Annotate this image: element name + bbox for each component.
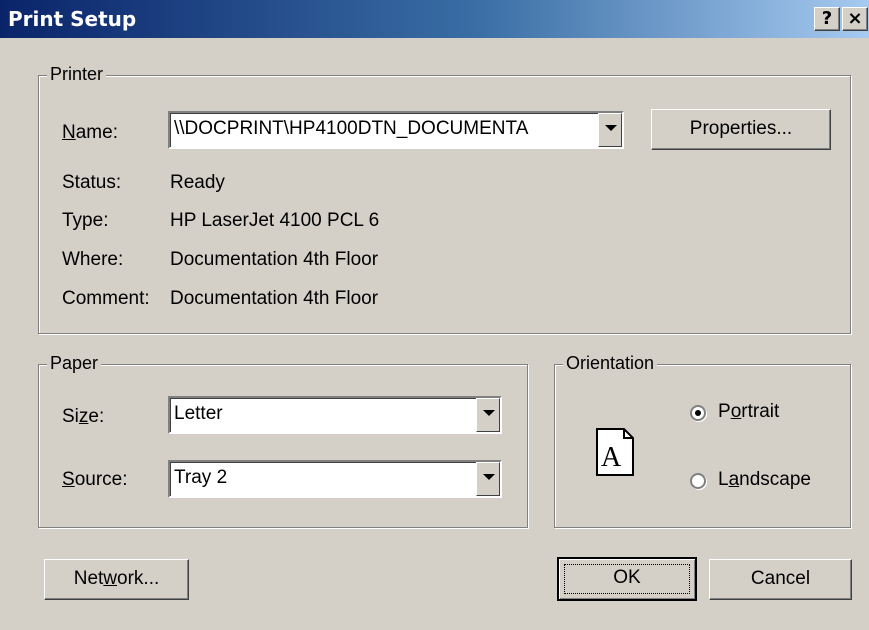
size-label: Size: <box>62 406 104 428</box>
cancel-button-label: Cancel <box>750 568 811 589</box>
paper-size-combo[interactable]: Letter <box>168 396 502 434</box>
title-bar[interactable]: Print Setup ? × <box>0 0 869 38</box>
properties-button[interactable]: Properties... <box>651 109 831 150</box>
source-label-rest: ource: <box>74 469 128 490</box>
chevron-down-icon[interactable] <box>598 113 622 147</box>
network-button[interactable]: Network... <box>44 559 189 600</box>
status-label: Status: <box>62 172 122 193</box>
print-setup-dialog: Print Setup ? × Printer Name: \\DOCPRINT… <box>0 0 869 630</box>
network-label-rest: ork... <box>117 568 160 589</box>
type-value: HP LaserJet 4100 PCL 6 <box>170 210 380 231</box>
paper-size-value: Letter <box>174 403 223 424</box>
orientation-group-label: Orientation <box>563 353 658 374</box>
landscape-label-rest: ndscape <box>739 469 811 490</box>
portrait-label-rest: rtrait <box>741 401 780 422</box>
printer-group-label: Printer <box>47 64 107 85</box>
paper-group: Paper <box>38 353 528 528</box>
size-label-rest: e: <box>88 406 105 427</box>
network-label-start: Net <box>73 568 104 589</box>
close-button[interactable]: × <box>842 7 868 31</box>
portrait-page-icon: A <box>596 428 634 476</box>
properties-button-label: Properties... <box>689 118 793 139</box>
window-title: Print Setup <box>8 7 137 31</box>
type-label: Type: <box>62 210 109 231</box>
printer-name-value: \\DOCPRINT\HP4100DTN_DOCUMENTA <box>174 118 529 139</box>
landscape-label-start: L <box>718 469 729 490</box>
status-value: Ready <box>170 172 225 193</box>
mnemonic-w: w <box>103 568 118 589</box>
cancel-button[interactable]: Cancel <box>709 559 852 600</box>
help-button[interactable]: ? <box>814 7 840 31</box>
size-label-start: Si <box>62 406 79 427</box>
paper-source-combo[interactable]: Tray 2 <box>168 460 502 498</box>
ok-button[interactable]: OK <box>557 557 697 601</box>
printer-name-label: Name: <box>62 122 118 144</box>
comment-label: Comment: <box>62 288 150 309</box>
portrait-label[interactable]: Portrait <box>718 401 779 423</box>
page-icon-letter: A <box>601 442 622 473</box>
close-icon: × <box>847 8 863 29</box>
landscape-radio[interactable] <box>690 473 706 489</box>
chevron-down-icon[interactable] <box>476 398 500 432</box>
mnemonic-s: S <box>62 469 75 490</box>
where-value: Documentation 4th Floor <box>170 249 379 270</box>
mnemonic-o: o <box>730 401 742 422</box>
portrait-label-start: P <box>718 401 731 422</box>
portrait-radio[interactable] <box>690 405 706 421</box>
printer-name-label-rest: ame: <box>75 122 118 143</box>
focus-ring <box>564 564 690 594</box>
mnemonic-a: a <box>728 469 740 490</box>
comment-value: Documentation 4th Floor <box>170 288 379 309</box>
network-button-label: Network... <box>74 568 160 590</box>
help-icon: ? <box>821 8 833 29</box>
paper-source-value: Tray 2 <box>174 467 228 488</box>
mnemonic-z: z <box>78 406 89 427</box>
source-label: Source: <box>62 469 128 491</box>
landscape-label[interactable]: Landscape <box>718 469 811 491</box>
where-label: Where: <box>62 249 124 270</box>
printer-name-combo[interactable]: \\DOCPRINT\HP4100DTN_DOCUMENTA <box>168 111 624 149</box>
mnemonic-n: N <box>62 122 76 143</box>
chevron-down-icon[interactable] <box>476 462 500 496</box>
paper-group-label: Paper <box>47 353 102 374</box>
